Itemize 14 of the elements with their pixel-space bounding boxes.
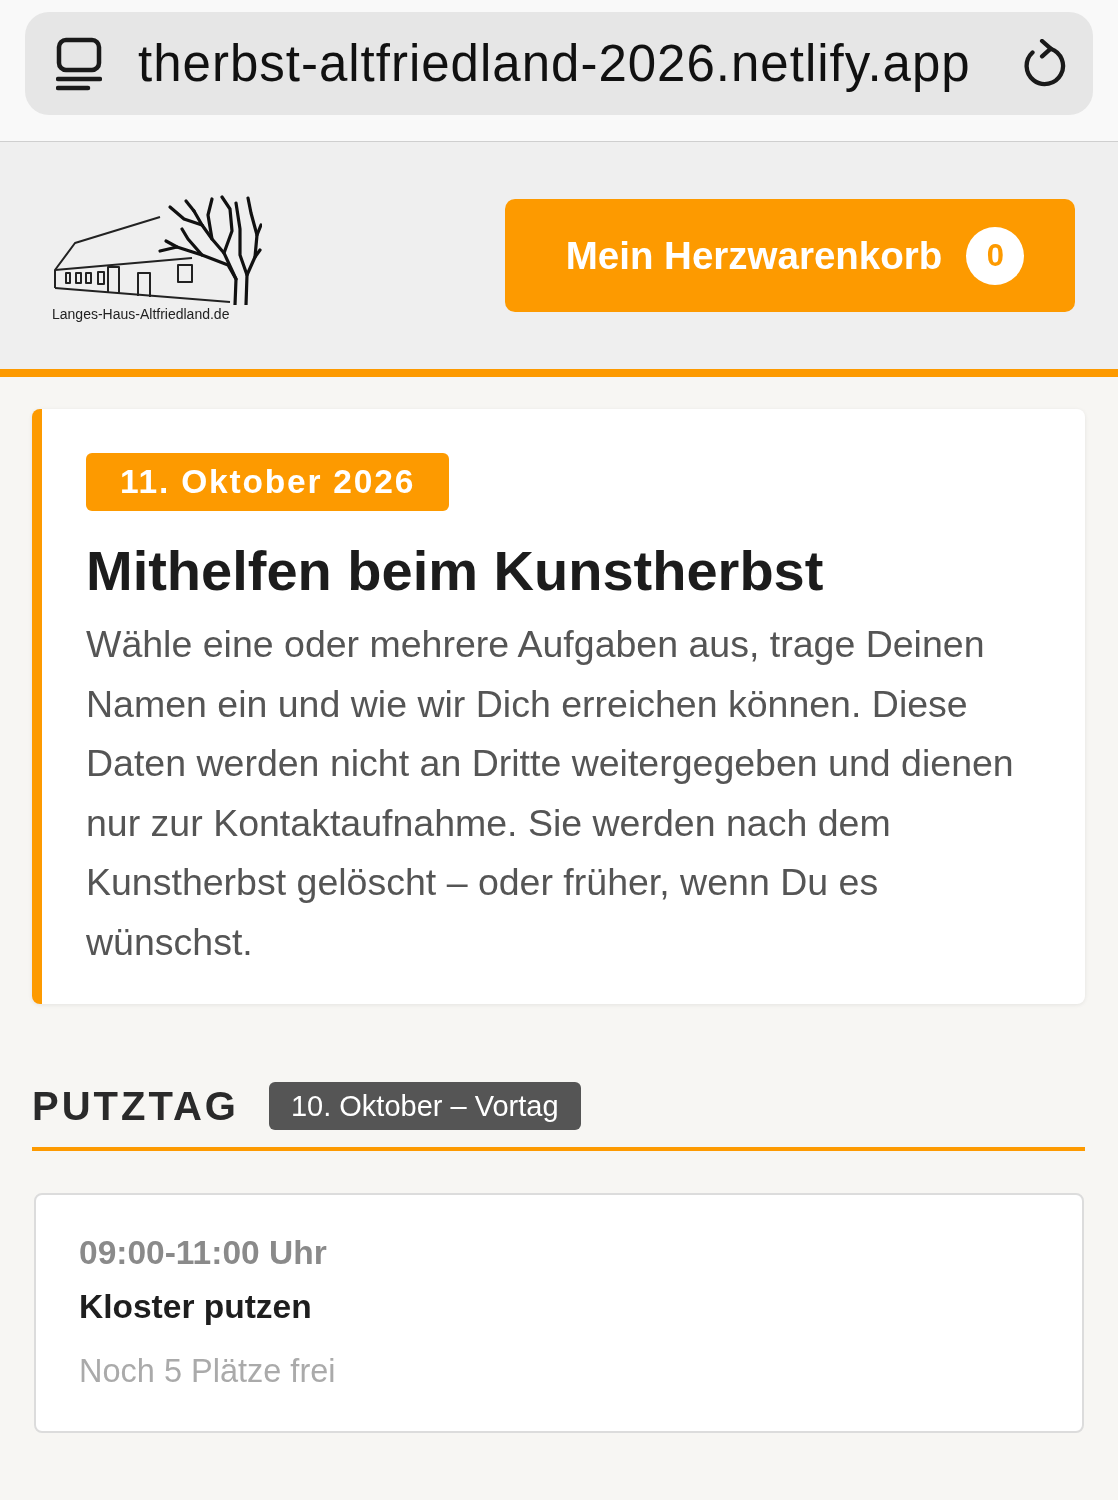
section-title: PUTZTAG xyxy=(32,1083,239,1129)
cart-count-badge: 0 xyxy=(966,226,1025,285)
availability-text: Noch 5 Plätze frei xyxy=(79,1352,336,1391)
task-card[interactable]: 09:00-11:00 Uhr Kloster putzen Noch 5 Plätze frei xyxy=(34,1193,1084,1433)
logo-text: Langes-Haus-Altfriedland.de xyxy=(52,306,230,322)
date-tag: 10. Oktober – Vortag xyxy=(268,1082,581,1130)
page-menu-icon[interactable] xyxy=(56,36,102,91)
intro-text: Wähle eine oder mehrere Aufgaben aus, trage Deinen Namen ein und wie wir Dich erreichen können. Diese Daten werden nicht an Dritte weitergegeben und dienen nur zur Kontaktaufnahme. Sie werden nach dem Kunstherbst gelöscht – oder früher, wenn Du es wünschst. xyxy=(86,622,1015,965)
reload-icon[interactable] xyxy=(1021,38,1067,89)
date-tag: 11. Oktober 2026 xyxy=(86,453,450,511)
page-title: Mithelfen beim Kunstherbst xyxy=(86,539,824,603)
task-title: Kloster putzen xyxy=(79,1287,312,1327)
address-bar[interactable]: therbst-altfriedland-2026.netlify.app xyxy=(25,12,1093,115)
time-text: 09:00-11:00 Uhr xyxy=(79,1233,327,1273)
